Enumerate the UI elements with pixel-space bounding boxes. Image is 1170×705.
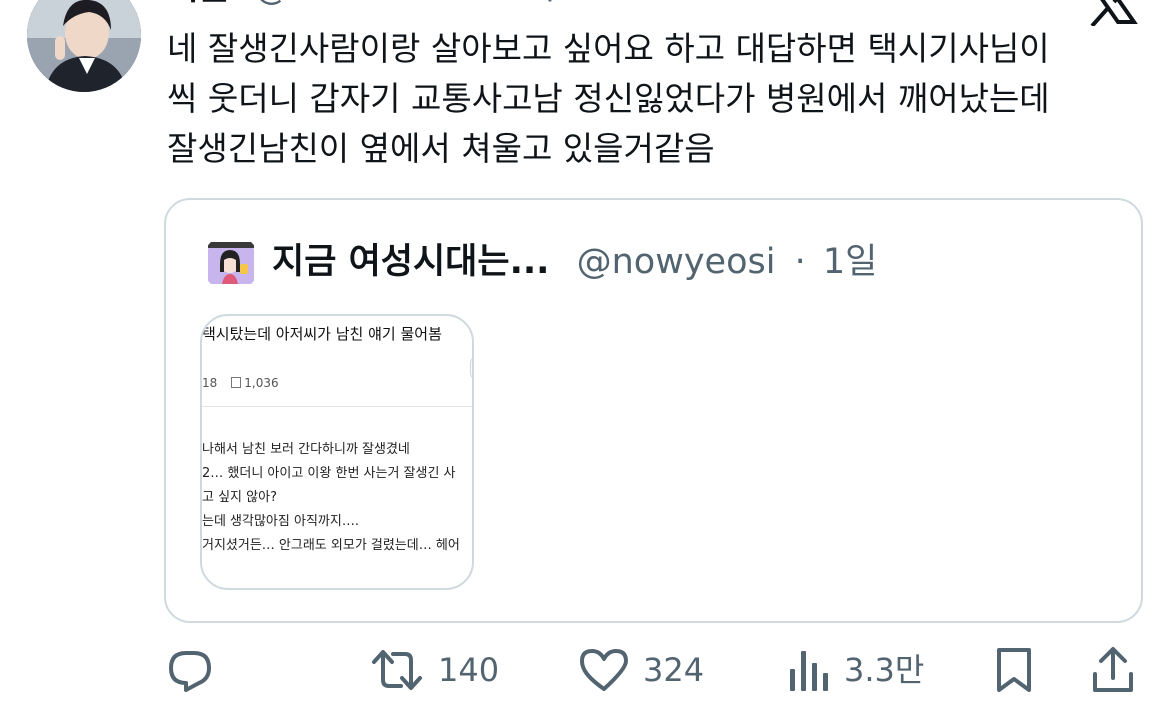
media-body-line: 고 싶지 않아? (202, 490, 277, 505)
author-handle[interactable]: @x0x8081 (254, 0, 436, 8)
bookmark-button[interactable] (993, 640, 1035, 700)
heart-icon (580, 649, 628, 691)
tweet-line: 씩 웃더니 갑자기 교통사고남 정신잃었다가 병원에서 깨어났는데 (167, 79, 1050, 118)
quote-author-handle[interactable]: @nowyeosi (577, 242, 776, 282)
document-icon (231, 377, 242, 388)
views-chart-icon (790, 651, 828, 691)
dot-separator: · (454, 0, 465, 8)
retweet-button[interactable]: 140 (370, 640, 499, 700)
media-body: 나해서 남친 보러 간다하니까 잘생겼네 2… 했더니 아이고 이왕 한번 사는… (202, 438, 472, 558)
retweet-icon (372, 650, 422, 690)
post-time[interactable]: 22시 (481, 0, 556, 8)
share-icon (1093, 647, 1133, 692)
quoted-tweet-card[interactable]: 지금 여성시대는... @nowyeosi · 1일 택시탔는데 아저씨가 남친… (164, 198, 1143, 623)
share-button[interactable] (1090, 640, 1136, 700)
tweet-page: 써클 @x0x8081 · 22시 네 잘생긴사람이랑 살아보고 싶어요 하고 … (0, 0, 1170, 705)
media-body-line: 나해서 남친 보러 간다하니까 잘생겼네 (202, 442, 410, 457)
x-logo-icon[interactable] (1086, 0, 1138, 28)
media-meta: 18 1,036 (202, 376, 279, 390)
media-body-line: 2… 했더니 아이고 이왕 한번 사는거 잘생긴 사 (202, 466, 456, 481)
bookmark-icon (997, 648, 1031, 692)
author-row: 써클 @x0x8081 · 22시 (167, 0, 556, 10)
like-button[interactable]: 324 (579, 640, 704, 700)
media-body-line: 거지셨거든… 안그래도 외모가 걸렸는데… 헤어 (202, 538, 460, 553)
reply-icon (169, 651, 211, 692)
author-name[interactable]: 써클 (167, 0, 230, 8)
quote-time[interactable]: 1일 (823, 242, 877, 282)
media-scroll-handle (470, 356, 472, 380)
reply-button[interactable] (166, 640, 214, 700)
quote-author-name[interactable]: 지금 여성시대는... (272, 242, 549, 282)
like-count: 324 (643, 651, 705, 689)
quote-author-avatar (202, 234, 260, 292)
tweet-line: 네 잘생긴사람이랑 살아보고 싶어요 하고 대답하면 택시기사님이 (167, 29, 1050, 68)
media-view-count: 1,036 (244, 376, 279, 390)
views-button[interactable]: 3.3만 (788, 640, 924, 700)
tweet-text: 네 잘생긴사람이랑 살아보고 싶어요 하고 대답하면 택시기사님이 씩 웃더니 … (167, 24, 1157, 174)
quote-media-image[interactable]: 택시탔는데 아저씨가 남친 얘기 물어봄 18 1,036 나해서 남친 보러 간… (200, 314, 474, 590)
media-title: 택시탔는데 아저씨가 남친 얘기 물어봄 (202, 325, 442, 343)
retweet-count: 140 (438, 651, 500, 689)
tweet-line: 잘생긴남친이 옆에서 쳐울고 있을거같음 (167, 129, 715, 168)
media-divider (202, 406, 472, 407)
dot-separator: · (794, 242, 806, 282)
media-body-line: 는데 생각많아짐 아직까지…. (202, 514, 359, 529)
quote-header: 지금 여성시대는... @nowyeosi · 1일 (272, 238, 877, 286)
media-meta-left: 18 (202, 376, 218, 390)
views-count: 3.3만 (844, 651, 925, 689)
action-bar: 140 324 3.3만 (0, 640, 1170, 700)
author-avatar[interactable] (27, 0, 141, 92)
